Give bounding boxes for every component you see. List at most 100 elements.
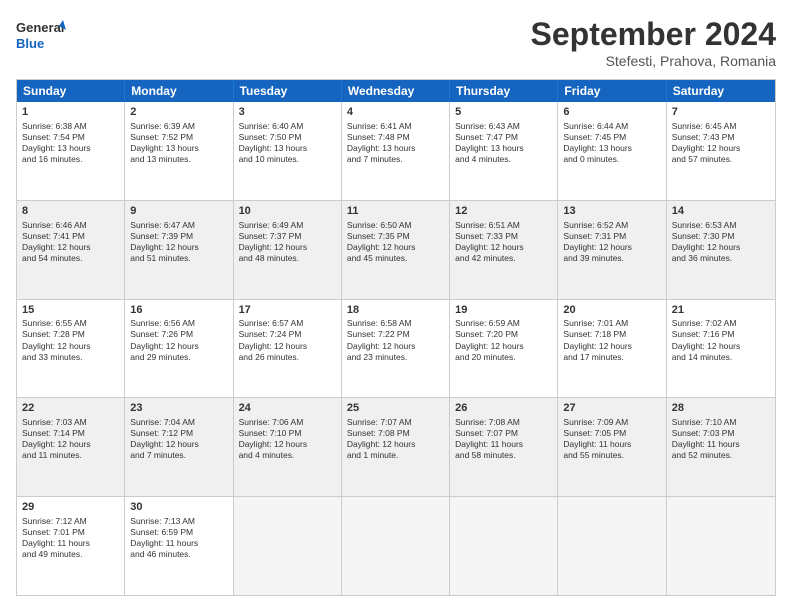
cell-line: and 1 minute.: [347, 450, 444, 461]
day-number: 30: [130, 500, 227, 515]
day-cell-19: 19Sunrise: 6:59 AMSunset: 7:20 PMDayligh…: [450, 300, 558, 398]
cell-line: and 54 minutes.: [22, 253, 119, 264]
cell-line: Daylight: 12 hours: [239, 341, 336, 352]
cell-line: Sunrise: 7:07 AM: [347, 417, 444, 428]
header-day-monday: Monday: [125, 80, 233, 102]
cell-line: Sunset: 7:35 PM: [347, 231, 444, 242]
day-cell-1: 1Sunrise: 6:38 AMSunset: 7:54 PMDaylight…: [17, 102, 125, 200]
day-cell-8: 8Sunrise: 6:46 AMSunset: 7:41 PMDaylight…: [17, 201, 125, 299]
day-number: 4: [347, 105, 444, 120]
day-number: 27: [563, 401, 660, 416]
cell-line: and 49 minutes.: [22, 549, 119, 560]
cell-line: Daylight: 11 hours: [672, 439, 770, 450]
cell-line: and 57 minutes.: [672, 154, 770, 165]
cell-line: Sunset: 7:54 PM: [22, 132, 119, 143]
cell-line: Daylight: 12 hours: [347, 439, 444, 450]
cell-line: Sunrise: 6:56 AM: [130, 318, 227, 329]
day-number: 20: [563, 303, 660, 318]
logo: General Blue: [16, 16, 66, 58]
cell-line: and 7 minutes.: [347, 154, 444, 165]
cell-line: Sunrise: 7:03 AM: [22, 417, 119, 428]
cell-line: Daylight: 13 hours: [347, 143, 444, 154]
logo-svg: General Blue: [16, 16, 66, 58]
calendar-header: SundayMondayTuesdayWednesdayThursdayFrid…: [17, 80, 775, 102]
empty-cell: [234, 497, 342, 595]
day-cell-24: 24Sunrise: 7:06 AMSunset: 7:10 PMDayligh…: [234, 398, 342, 496]
cell-line: and 11 minutes.: [22, 450, 119, 461]
day-cell-7: 7Sunrise: 6:45 AMSunset: 7:43 PMDaylight…: [667, 102, 775, 200]
cell-line: Daylight: 12 hours: [563, 242, 660, 253]
cell-line: Daylight: 12 hours: [672, 242, 770, 253]
day-number: 1: [22, 105, 119, 120]
calendar-row-4: 29Sunrise: 7:12 AMSunset: 7:01 PMDayligh…: [17, 496, 775, 595]
cell-line: and 33 minutes.: [22, 352, 119, 363]
cell-line: Sunset: 7:31 PM: [563, 231, 660, 242]
cell-line: and 29 minutes.: [130, 352, 227, 363]
cell-line: Sunrise: 6:47 AM: [130, 220, 227, 231]
cell-line: Daylight: 12 hours: [455, 341, 552, 352]
day-number: 15: [22, 303, 119, 318]
day-cell-4: 4Sunrise: 6:41 AMSunset: 7:48 PMDaylight…: [342, 102, 450, 200]
header-day-saturday: Saturday: [667, 80, 775, 102]
cell-line: Daylight: 12 hours: [130, 242, 227, 253]
cell-line: Daylight: 12 hours: [672, 341, 770, 352]
day-number: 18: [347, 303, 444, 318]
cell-line: and 42 minutes.: [455, 253, 552, 264]
day-cell-6: 6Sunrise: 6:44 AMSunset: 7:45 PMDaylight…: [558, 102, 666, 200]
header-day-tuesday: Tuesday: [234, 80, 342, 102]
day-number: 6: [563, 105, 660, 120]
cell-line: Sunset: 7:08 PM: [347, 428, 444, 439]
cell-line: and 26 minutes.: [239, 352, 336, 363]
calendar-row-1: 8Sunrise: 6:46 AMSunset: 7:41 PMDaylight…: [17, 200, 775, 299]
cell-line: and 7 minutes.: [130, 450, 227, 461]
cell-line: Daylight: 13 hours: [130, 143, 227, 154]
header-day-thursday: Thursday: [450, 80, 558, 102]
cell-line: Daylight: 13 hours: [563, 143, 660, 154]
day-cell-16: 16Sunrise: 6:56 AMSunset: 7:26 PMDayligh…: [125, 300, 233, 398]
day-cell-26: 26Sunrise: 7:08 AMSunset: 7:07 PMDayligh…: [450, 398, 558, 496]
day-cell-23: 23Sunrise: 7:04 AMSunset: 7:12 PMDayligh…: [125, 398, 233, 496]
cell-line: Sunset: 7:22 PM: [347, 329, 444, 340]
cell-line: Daylight: 11 hours: [455, 439, 552, 450]
cell-line: Daylight: 12 hours: [563, 341, 660, 352]
cell-line: and 16 minutes.: [22, 154, 119, 165]
header: General Blue September 2024 Stefesti, Pr…: [16, 16, 776, 69]
cell-line: and 17 minutes.: [563, 352, 660, 363]
cell-line: and 0 minutes.: [563, 154, 660, 165]
cell-line: Sunset: 7:03 PM: [672, 428, 770, 439]
day-cell-15: 15Sunrise: 6:55 AMSunset: 7:28 PMDayligh…: [17, 300, 125, 398]
cell-line: Sunset: 7:33 PM: [455, 231, 552, 242]
day-cell-14: 14Sunrise: 6:53 AMSunset: 7:30 PMDayligh…: [667, 201, 775, 299]
empty-cell: [342, 497, 450, 595]
cell-line: Sunrise: 6:58 AM: [347, 318, 444, 329]
cell-line: Daylight: 12 hours: [347, 242, 444, 253]
cell-line: Sunset: 7:50 PM: [239, 132, 336, 143]
cell-line: and 14 minutes.: [672, 352, 770, 363]
cell-line: and 36 minutes.: [672, 253, 770, 264]
cell-line: and 52 minutes.: [672, 450, 770, 461]
cell-line: Sunrise: 7:09 AM: [563, 417, 660, 428]
day-cell-30: 30Sunrise: 7:13 AMSunset: 6:59 PMDayligh…: [125, 497, 233, 595]
day-cell-29: 29Sunrise: 7:12 AMSunset: 7:01 PMDayligh…: [17, 497, 125, 595]
cell-line: Sunset: 7:16 PM: [672, 329, 770, 340]
cell-line: Sunset: 7:52 PM: [130, 132, 227, 143]
day-cell-17: 17Sunrise: 6:57 AMSunset: 7:24 PMDayligh…: [234, 300, 342, 398]
cell-line: Sunset: 7:24 PM: [239, 329, 336, 340]
cell-line: and 58 minutes.: [455, 450, 552, 461]
day-number: 22: [22, 401, 119, 416]
cell-line: and 13 minutes.: [130, 154, 227, 165]
cell-line: Daylight: 11 hours: [563, 439, 660, 450]
cell-line: Sunrise: 6:46 AM: [22, 220, 119, 231]
cell-line: Sunset: 7:47 PM: [455, 132, 552, 143]
header-day-wednesday: Wednesday: [342, 80, 450, 102]
cell-line: Sunrise: 6:40 AM: [239, 121, 336, 132]
day-cell-9: 9Sunrise: 6:47 AMSunset: 7:39 PMDaylight…: [125, 201, 233, 299]
day-number: 3: [239, 105, 336, 120]
cell-line: Sunrise: 6:55 AM: [22, 318, 119, 329]
cell-line: Sunset: 7:12 PM: [130, 428, 227, 439]
day-cell-12: 12Sunrise: 6:51 AMSunset: 7:33 PMDayligh…: [450, 201, 558, 299]
cell-line: Sunset: 7:41 PM: [22, 231, 119, 242]
day-number: 14: [672, 204, 770, 219]
cell-line: Sunrise: 7:10 AM: [672, 417, 770, 428]
cell-line: and 20 minutes.: [455, 352, 552, 363]
